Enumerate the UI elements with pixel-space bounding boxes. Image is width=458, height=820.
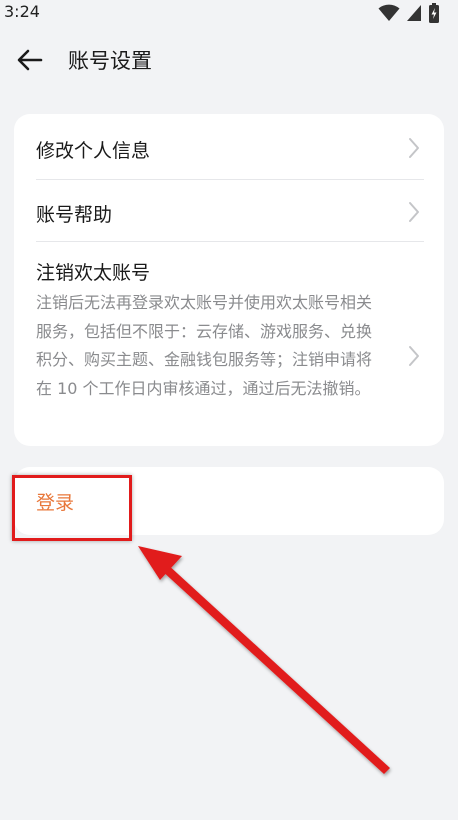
settings-item-label: 注销欢太账号 — [36, 262, 151, 284]
settings-item-account-help[interactable]: 账号帮助 — [36, 180, 424, 242]
screen: 3:24 账号设置 修改个人信息 账号帮助 注销欢太账号 注销后无法再登录欢太账… — [0, 0, 458, 820]
chevron-right-icon — [409, 346, 419, 366]
status-icons — [378, 3, 440, 23]
header: 账号设置 — [0, 36, 458, 84]
wifi-icon — [378, 4, 400, 21]
annotation-highlight-box — [12, 475, 132, 541]
settings-card: 修改个人信息 账号帮助 注销欢太账号 注销后无法再登录欢太账号并使用欢太账号相关… — [14, 114, 444, 446]
chevron-right-icon — [409, 138, 419, 158]
settings-item-description: 注销后无法再登录欢太账号并使用欢太账号相关服务，包括但不限于：云存储、游戏服务、… — [36, 293, 373, 398]
arrow-left-icon[interactable] — [16, 47, 44, 73]
chevron-right-icon — [409, 202, 419, 222]
status-bar: 3:24 — [0, 0, 458, 26]
signal-icon — [407, 5, 421, 21]
status-time: 3:24 — [4, 2, 40, 21]
page-title: 账号设置 — [68, 49, 152, 73]
settings-item-edit-profile[interactable]: 修改个人信息 — [36, 114, 424, 180]
settings-item-label: 账号帮助 — [36, 204, 113, 226]
settings-item-delete-account[interactable]: 注销欢太账号 注销后无法再登录欢太账号并使用欢太账号相关服务，包括但不限于：云存… — [36, 242, 424, 446]
battery-icon — [429, 3, 439, 23]
settings-item-label: 修改个人信息 — [36, 140, 151, 162]
